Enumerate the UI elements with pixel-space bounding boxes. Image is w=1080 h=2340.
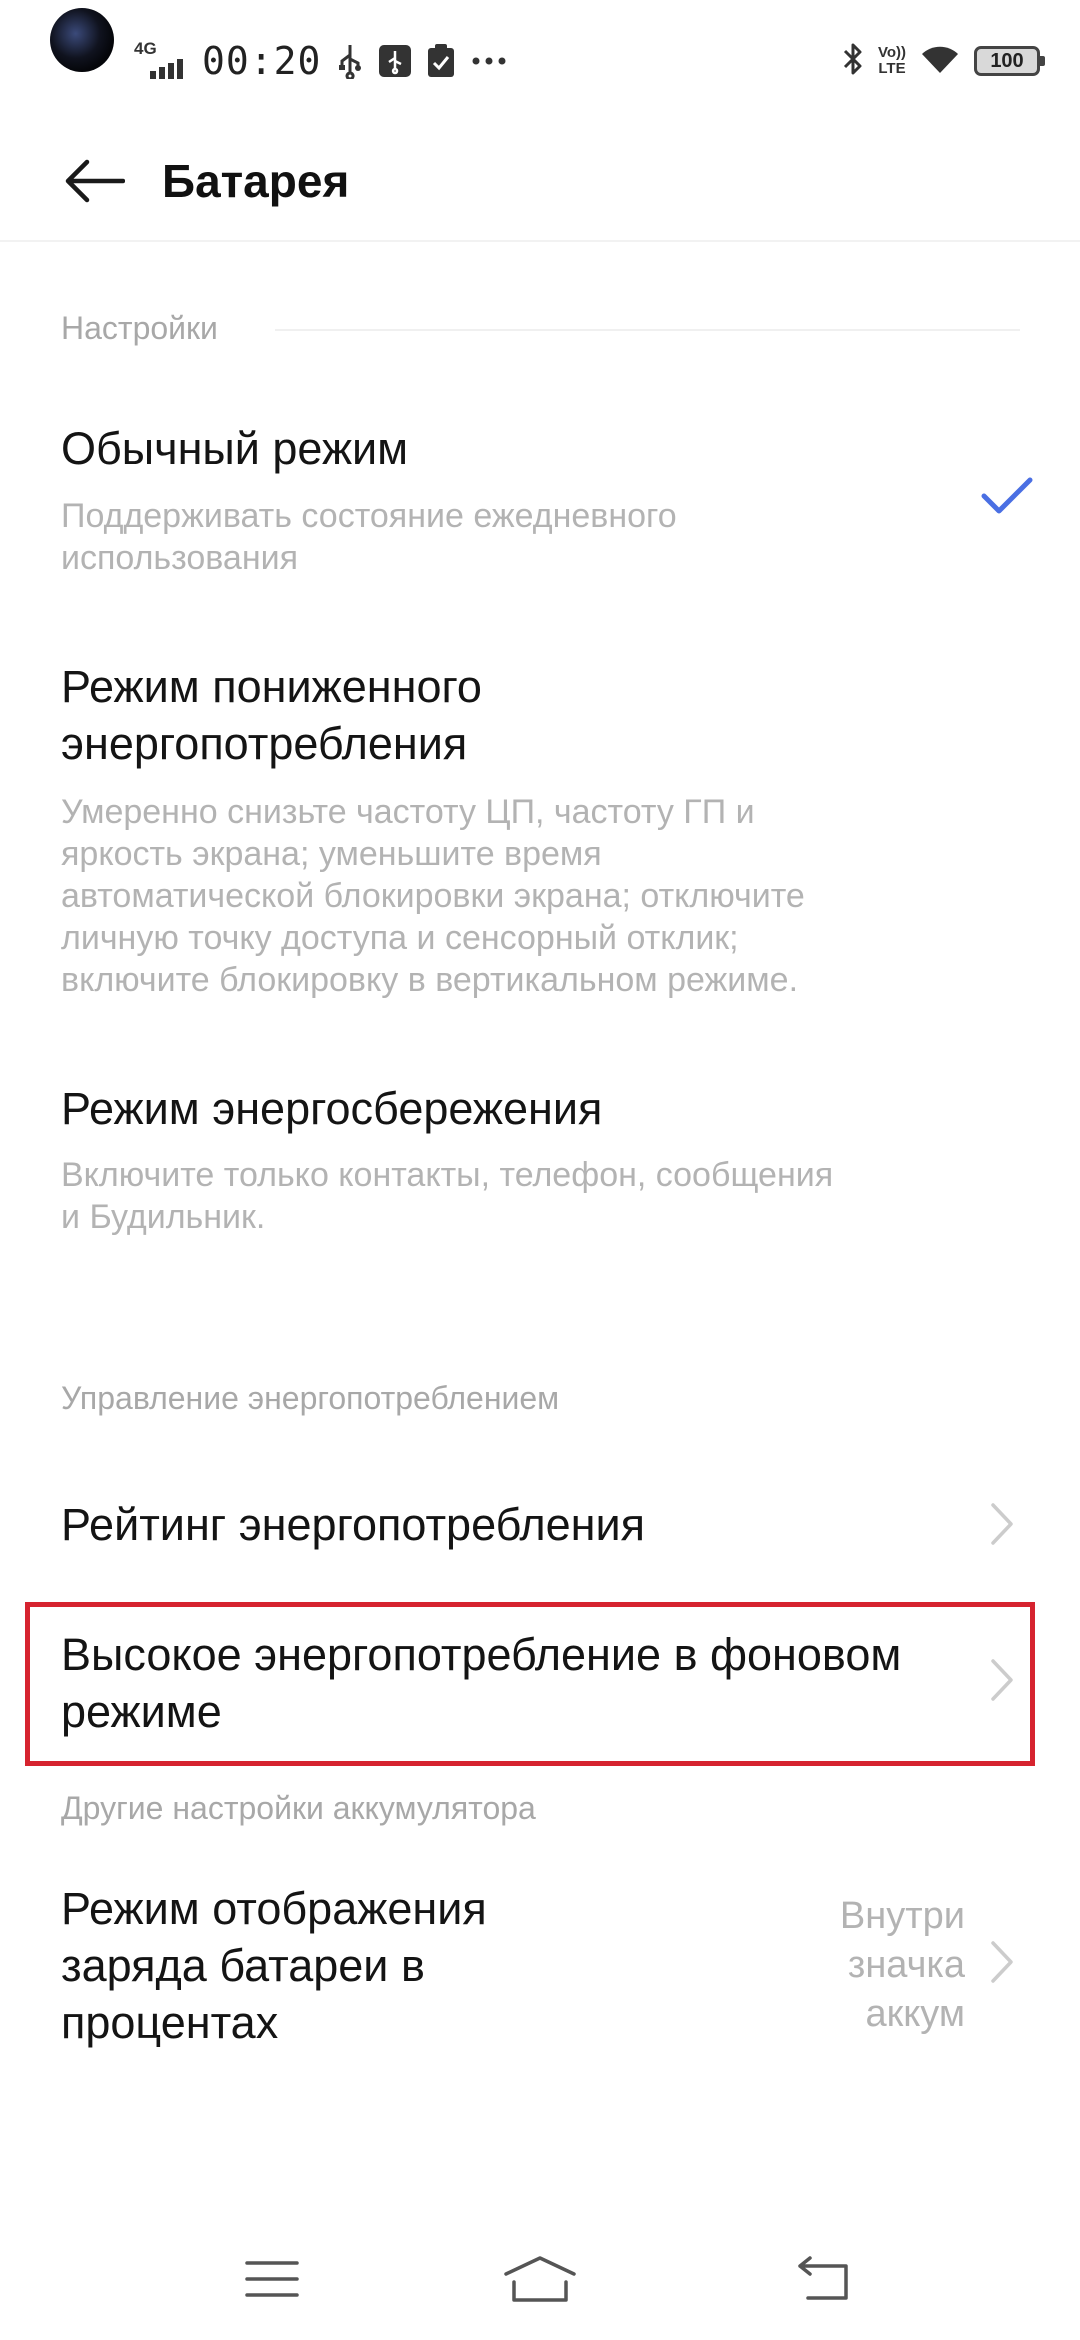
battery-percent-title-3: процентах (61, 1997, 279, 2048)
section-other-label: Другие настройки аккумулятора (61, 1790, 536, 1826)
return-icon (798, 2256, 848, 2300)
battery-percent-title-2: заряда батареи в (61, 1940, 425, 1991)
low-power-desc-4: личную точку доступа и сенсорный отклик; (61, 919, 739, 957)
section-divider (275, 329, 1020, 331)
low-power-title-1: Режим пониженного (61, 661, 482, 712)
lte-label: LTE (878, 60, 906, 77)
chevron-right-icon (991, 1941, 1013, 1983)
low-power-desc-1: Умеренно снизьте частоту ЦП, частоту ГП … (61, 793, 755, 831)
power-saving-desc-2: и Будильник. (61, 1198, 266, 1236)
volte-label: Vo)) (877, 44, 906, 61)
battery-percent-value-3: аккум (865, 1993, 965, 2035)
power-saving-title: Режим энергосбережения (61, 1083, 603, 1134)
power-rating-title: Рейтинг энергопотребления (61, 1499, 645, 1550)
three-dots-icon (471, 56, 507, 66)
chevron-right-icon (991, 1503, 1013, 1545)
highlight-box (25, 1602, 1035, 1766)
front-camera (50, 8, 114, 72)
navigation-bar (0, 2220, 1080, 2340)
back-button[interactable] (58, 144, 132, 218)
bluetooth-icon (842, 42, 864, 81)
wifi-icon (920, 43, 960, 80)
back-arrow-icon (65, 159, 125, 203)
menu-icon (245, 2261, 299, 2297)
status-right: Vo)) LTE 100 (842, 38, 1045, 84)
battery-percent-value-2: значка (847, 1944, 965, 1986)
clipboard-check-icon (427, 44, 455, 78)
normal-mode-desc-1: Поддерживать состояние ежедневного (61, 497, 677, 535)
battery-icon: 100 (974, 46, 1045, 76)
home-icon (504, 2256, 576, 2302)
low-power-desc-2: яркость экрана; уменьшите время (61, 835, 602, 873)
network-type: 4G (134, 39, 157, 58)
usb-icon (337, 43, 363, 79)
section-settings-label: Настройки (61, 310, 218, 346)
menu-button[interactable] (222, 2244, 322, 2314)
power-saving-desc-1: Включите только контакты, телефон, сообщ… (61, 1156, 834, 1194)
low-power-desc-5: включите блокировку в вертикальном режим… (61, 961, 799, 999)
app-bar: Батарея (0, 120, 1080, 242)
battery-level: 100 (990, 49, 1024, 72)
status-left: 4G 00:20 (134, 36, 507, 86)
signal-icon: 4G (134, 39, 194, 83)
section-power-management-label: Управление энергопотреблением (61, 1380, 560, 1416)
volte-icon: Vo)) LTE (878, 45, 906, 77)
status-bar: 4G 00:20 Vo)) LTE 100 (0, 0, 1080, 120)
battery-percent-value: Внутри значка аккум (785, 1892, 965, 2039)
battery-percent-value-1: Внутри (839, 1895, 965, 1937)
clock: 00:20 (202, 39, 322, 83)
home-button[interactable] (490, 2244, 590, 2314)
checkmark-icon (981, 477, 1033, 514)
back-nav-button[interactable] (774, 2244, 874, 2314)
page-title: Батарея (162, 155, 350, 207)
low-power-desc-3: автоматической блокировки экрана; отключ… (61, 877, 805, 915)
battery-percent-title-1: Режим отображения (61, 1883, 487, 1934)
normal-mode-desc-2: использования (61, 539, 299, 577)
usb-debugging-icon (379, 45, 412, 77)
low-power-title-2: энергопотребления (61, 718, 468, 769)
battery-settings-screen: 4G 00:20 Vo)) LTE 100 Батарея Настройки … (0, 0, 1080, 2340)
normal-mode-title: Обычный режим (61, 423, 409, 474)
